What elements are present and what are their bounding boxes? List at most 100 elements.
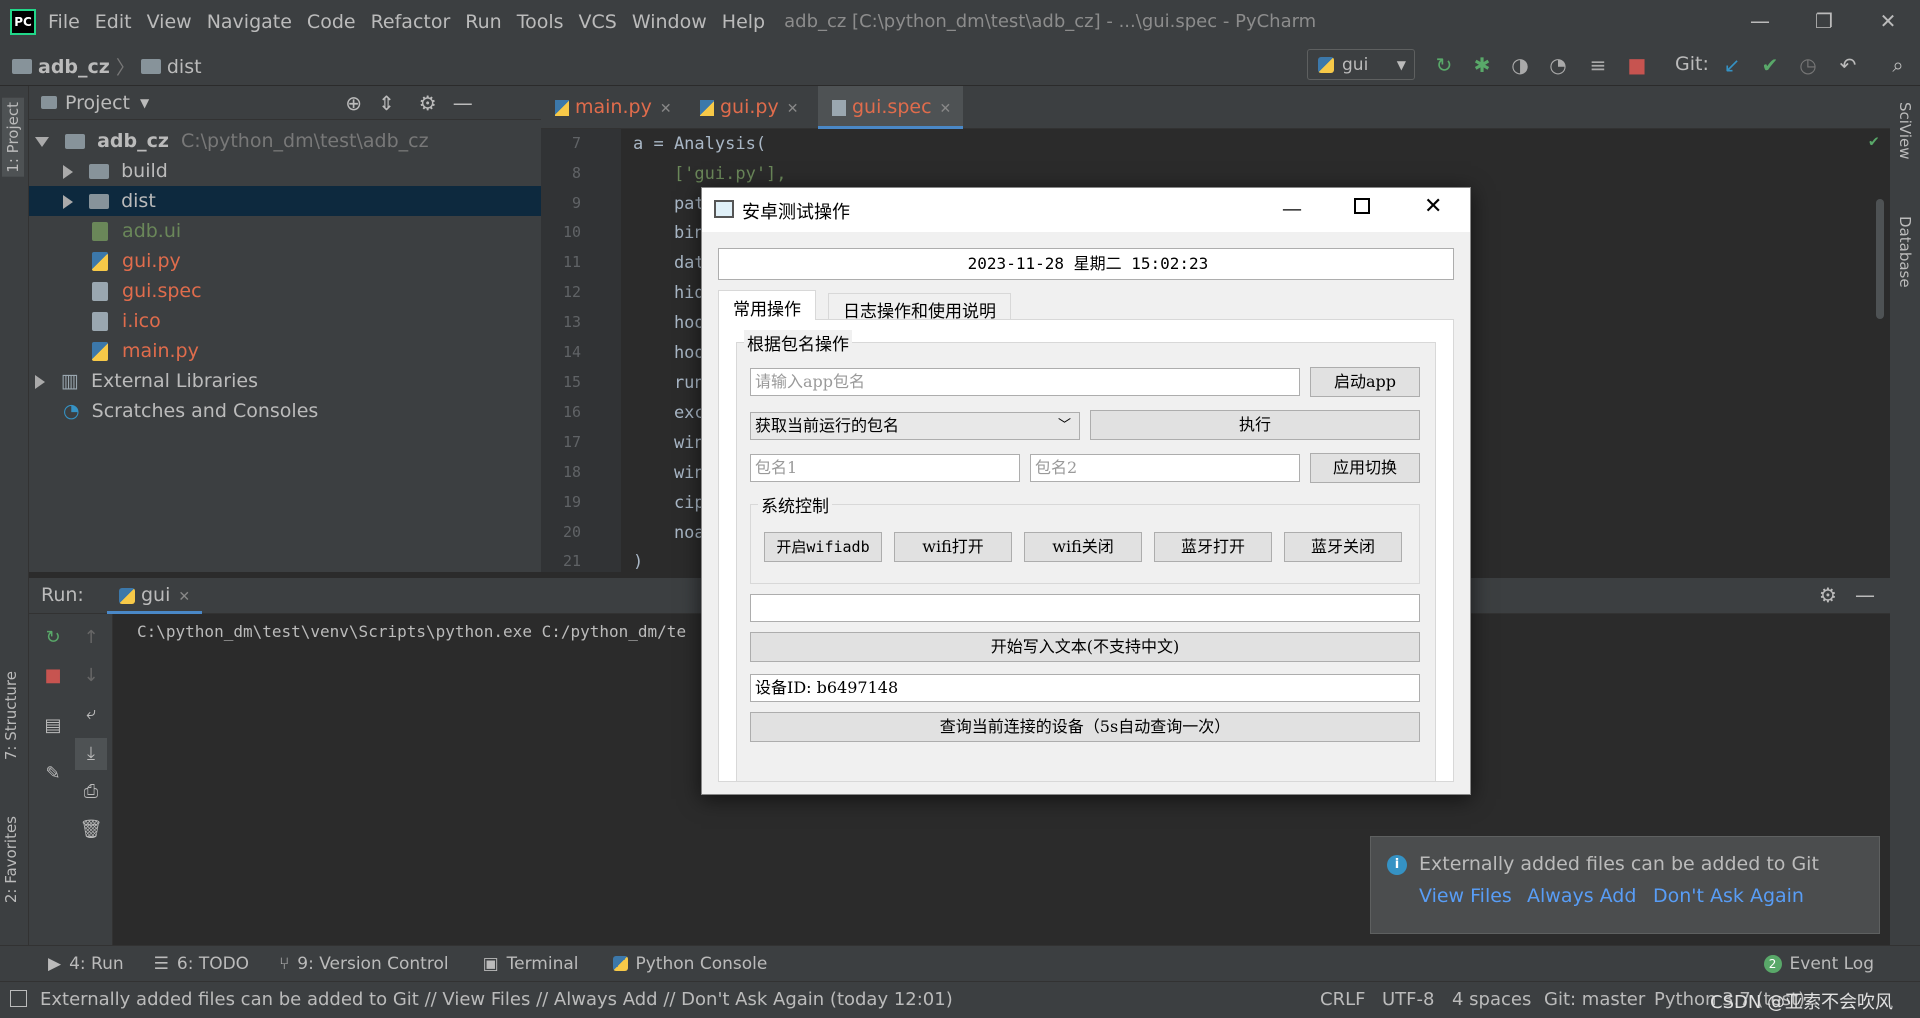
start-app-button[interactable]: 启动app — [1310, 367, 1420, 397]
tool-tab-version-control[interactable]: ⑂ 9: Version Control — [279, 954, 449, 974]
tool-tab-database[interactable]: Database — [1896, 216, 1914, 288]
gear-icon[interactable]: ⚙ — [419, 91, 437, 115]
view-files-link[interactable]: View Files — [1419, 885, 1512, 907]
package2-input[interactable]: 包名2 — [1030, 454, 1300, 482]
tree-item-i-ico[interactable]: i.ico — [29, 306, 541, 336]
tree-item-root[interactable]: adb_cz C:\python_dm\test\adb_cz — [29, 126, 541, 156]
editor-scrollbar[interactable] — [1876, 199, 1884, 319]
git-commit-icon[interactable]: ✔ — [1758, 53, 1782, 77]
tab-log-help[interactable]: 日志操作和使用说明 — [828, 293, 1011, 322]
close-tab-icon[interactable]: ✕ — [940, 101, 952, 117]
bluetooth-off-button[interactable]: 蓝牙关闭 — [1284, 532, 1402, 562]
close-tab-icon[interactable]: ✕ — [787, 101, 799, 117]
dialog-close-icon[interactable]: ✕ — [1424, 194, 1442, 219]
menu-navigate[interactable]: Navigate — [207, 11, 292, 33]
tool-tab-project[interactable]: 1: Project — [2, 98, 24, 177]
tree-item-scratches[interactable]: ◔ Scratches and Consoles — [29, 396, 541, 426]
collapse-all-icon[interactable]: ⇕ — [378, 91, 395, 115]
expand-arrow-icon[interactable] — [63, 194, 73, 209]
app-switch-button[interactable]: 应用切换 — [1310, 453, 1420, 483]
tab-gui-spec[interactable]: gui.spec ✕ — [818, 86, 963, 129]
text-input[interactable] — [750, 594, 1420, 622]
wrap-icon[interactable]: ⤶ — [79, 702, 103, 726]
tool-tab-favorites[interactable]: 2: Favorites — [2, 816, 20, 903]
query-devices-button[interactable]: 查询当前连接的设备（5s自动查询一次） — [750, 712, 1420, 742]
write-text-button[interactable]: 开始写入文本(不支持中文) — [750, 632, 1420, 662]
run-tab-gui[interactable]: gui ✕ — [107, 578, 203, 614]
indent-setting[interactable]: 4 spaces — [1452, 989, 1531, 1010]
tab-gui-py[interactable]: gui.py ✕ — [686, 86, 816, 129]
menu-file[interactable]: File — [48, 11, 80, 33]
bluetooth-on-button[interactable]: 蓝牙打开 — [1154, 532, 1272, 562]
coverage-icon[interactable]: ◑ — [1508, 53, 1532, 77]
tree-item-adb-ui[interactable]: adb.ui — [29, 216, 541, 246]
tool-tab-terminal[interactable]: ▣ Terminal — [483, 954, 579, 974]
chevron-down-icon[interactable]: ▼ — [140, 96, 149, 110]
tab-main-py[interactable]: main.py ✕ — [541, 86, 686, 129]
rerun-icon[interactable]: ↻ — [1432, 53, 1456, 77]
menu-code[interactable]: Code — [307, 11, 356, 33]
status-toggle-icon[interactable] — [10, 990, 27, 1007]
menu-vcs[interactable]: VCS — [579, 11, 617, 33]
history-icon[interactable]: ◷ — [1796, 53, 1820, 77]
expand-arrow-icon[interactable] — [63, 164, 73, 179]
stop-icon[interactable]: ■ — [41, 664, 65, 688]
profile-icon[interactable]: ◔ — [1546, 53, 1570, 77]
stop-icon[interactable]: ■ — [1625, 53, 1649, 77]
pin-icon[interactable]: ✎ — [41, 762, 65, 786]
wifi-off-button[interactable]: wifi关闭 — [1024, 532, 1142, 562]
dialog-minimize-icon[interactable]: — — [1282, 196, 1302, 220]
print-icon[interactable]: ⎙ — [79, 780, 103, 804]
package1-input[interactable]: 包名1 — [750, 454, 1020, 482]
layout-icon[interactable]: ▤ — [41, 714, 65, 738]
close-tab-icon[interactable]: ✕ — [660, 101, 672, 117]
trash-icon[interactable]: 🗑 — [79, 818, 103, 842]
wifi-on-button[interactable]: wifi打开 — [894, 532, 1012, 562]
concurrency-icon[interactable]: ≡ — [1586, 53, 1610, 77]
menu-window[interactable]: Window — [632, 11, 707, 33]
line-separator[interactable]: CRLF — [1320, 989, 1365, 1010]
locate-icon[interactable]: ⊕ — [345, 91, 362, 115]
tool-tab-structure[interactable]: 7: Structure — [2, 671, 20, 760]
expand-arrow-icon[interactable] — [35, 374, 45, 389]
tool-tab-event-log[interactable]: 2 Event Log — [1763, 954, 1874, 974]
tool-tab-run[interactable]: ▶ 4: Run — [48, 954, 124, 974]
menu-run[interactable]: Run — [465, 11, 501, 33]
execute-button[interactable]: 执行 — [1090, 410, 1420, 440]
menu-edit[interactable]: Edit — [95, 11, 132, 33]
menu-tools[interactable]: Tools — [517, 11, 564, 33]
search-icon[interactable]: ⌕ — [1886, 53, 1910, 77]
status-message[interactable]: Externally added files can be added to G… — [40, 989, 953, 1010]
run-config-select[interactable]: gui ▼ — [1307, 49, 1415, 80]
tree-item-gui-py[interactable]: gui.py — [29, 246, 541, 276]
git-update-icon[interactable]: ↙ — [1720, 53, 1744, 77]
dont-ask-again-link[interactable]: Don't Ask Again — [1653, 885, 1804, 907]
wifiadb-on-button[interactable]: 开启wifiadb — [764, 532, 882, 562]
tree-item-build[interactable]: build — [29, 156, 541, 186]
menu-help[interactable]: Help — [722, 11, 765, 33]
git-branch[interactable]: Git: master — [1544, 989, 1645, 1010]
menu-view[interactable]: View — [147, 11, 192, 33]
tree-item-gui-spec[interactable]: gui.spec — [29, 276, 541, 306]
tree-item-dist[interactable]: dist — [29, 186, 541, 216]
gear-icon[interactable]: ⚙ — [1819, 583, 1837, 607]
minimize-icon[interactable]: — — [1728, 0, 1792, 43]
hide-icon[interactable]: — — [453, 91, 473, 115]
restore-icon[interactable]: ❐ — [1792, 0, 1856, 43]
tool-tab-python-console[interactable]: Python Console — [612, 954, 767, 974]
close-tab-icon[interactable]: ✕ — [178, 589, 190, 605]
close-icon[interactable]: ✕ — [1856, 0, 1920, 43]
expand-arrow-icon[interactable] — [35, 136, 49, 147]
rerun-icon[interactable]: ↻ — [41, 626, 65, 650]
up-icon[interactable]: ↑ — [79, 626, 103, 650]
menu-refactor[interactable]: Refactor — [371, 11, 451, 33]
tree-item-main-py[interactable]: main.py — [29, 336, 541, 366]
package-name-input[interactable]: 请输入app包名 — [750, 368, 1300, 396]
package-action-select[interactable]: 获取当前运行的包名 ﹀ — [750, 412, 1080, 440]
tool-tab-sciview[interactable]: SciView — [1896, 102, 1914, 160]
always-add-link[interactable]: Always Add — [1527, 885, 1636, 907]
project-panel-title[interactable]: Project — [65, 92, 130, 114]
tool-tab-todo[interactable]: ☰ 6: TODO — [154, 954, 249, 974]
hide-icon[interactable]: — — [1855, 583, 1875, 607]
rollback-icon[interactable]: ↶ — [1836, 53, 1860, 77]
